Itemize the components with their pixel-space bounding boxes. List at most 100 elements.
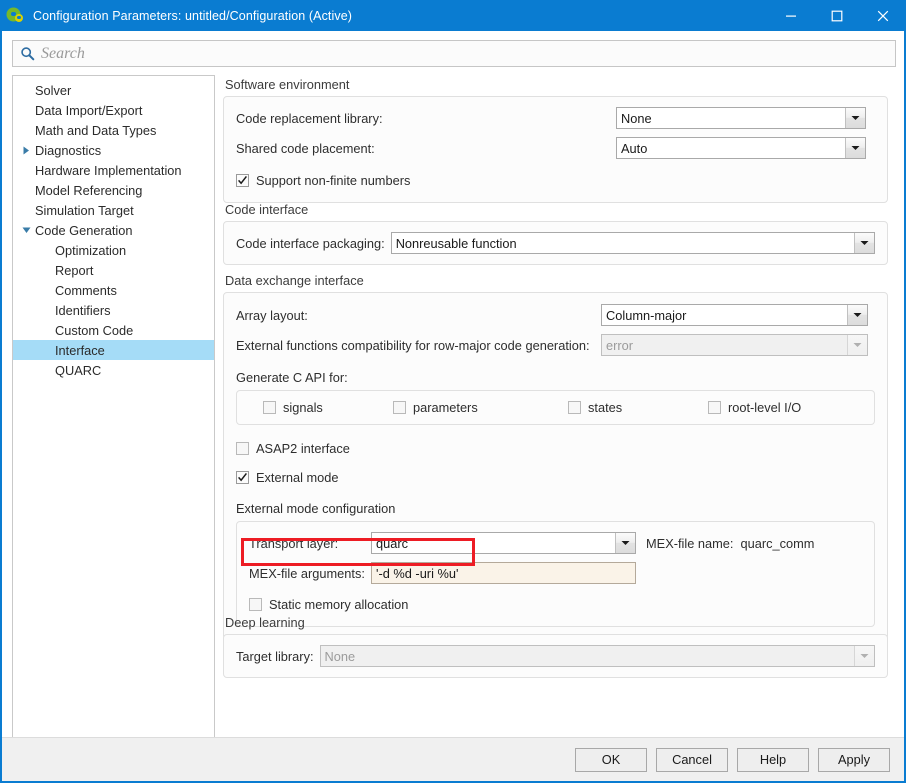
external-mode-configuration-group: Transport layer: quarc MEX-file name: qu… [236, 521, 875, 627]
array-layout-row: Array layout: Column-major [236, 303, 875, 327]
window-title: Configuration Parameters: untitled/Confi… [33, 8, 353, 23]
tree-item-math-and-data-types[interactable]: Math and Data Types [13, 120, 214, 140]
code-interface-group: Code interface packaging: Nonreusable fu… [223, 221, 888, 265]
transport-layer-value: quarc [376, 535, 409, 551]
external-functions-compatibility-row: External functions compatibility for row… [236, 333, 875, 357]
checkbox-box [393, 401, 406, 414]
search-bar[interactable] [12, 40, 896, 67]
chevron-right-icon[interactable] [19, 146, 33, 155]
button-label: Cancel [672, 752, 712, 767]
external-functions-compatibility-value: error [606, 337, 634, 353]
c-api-checkbox-label: parameters [413, 400, 478, 415]
settings-content-panel: Software environment Code replacement li… [221, 75, 896, 767]
close-icon [877, 10, 889, 21]
c-api-checkbox-label: signals [283, 400, 323, 415]
minimize-button[interactable] [768, 0, 814, 31]
c-api-options-row: signals parameters states root-level I/O [249, 400, 862, 416]
button-label: OK [601, 752, 621, 767]
support-non-finite-checkbox[interactable]: Support non-finite numbers [236, 173, 410, 188]
tree-item-interface[interactable]: Interface [13, 340, 214, 360]
tree-item-custom-code[interactable]: Custom Code [13, 320, 214, 340]
external-functions-compatibility-label: External functions compatibility for row… [236, 337, 590, 353]
tree-item-solver[interactable]: Solver [13, 80, 214, 100]
code-replacement-library-value: None [621, 110, 652, 126]
chevron-down-icon[interactable] [847, 305, 867, 325]
cancel-button[interactable]: Cancel [656, 747, 728, 772]
tree-item-report[interactable]: Report [13, 260, 214, 280]
chevron-down-icon[interactable] [19, 227, 33, 234]
static-memory-allocation-label: Static memory allocation [269, 596, 409, 612]
maximize-button[interactable] [814, 0, 860, 31]
title-bar: Configuration Parameters: untitled/Confi… [0, 0, 906, 31]
c-api-checkbox-signals[interactable]: signals [263, 400, 323, 415]
c-api-checkbox-root-level-i-o[interactable]: root-level I/O [708, 400, 801, 415]
mex-file-arguments-label: MEX-file arguments: [249, 565, 365, 581]
shared-code-placement-value: Auto [621, 140, 648, 156]
tree-item-comments[interactable]: Comments [13, 280, 214, 300]
chevron-down-icon[interactable] [854, 233, 874, 253]
checkbox-box [236, 470, 249, 484]
code-replacement-library-row: Code replacement library: None [236, 106, 875, 130]
code-replacement-library-combo[interactable]: None [616, 107, 866, 129]
static-memory-allocation-row: Static memory allocation [249, 592, 862, 616]
tree-item-data-import-export[interactable]: Data Import/Export [13, 100, 214, 120]
c-api-checkbox-parameters[interactable]: parameters [393, 400, 478, 415]
tree-item-diagnostics[interactable]: Diagnostics [13, 140, 214, 160]
external-mode-checkbox[interactable]: External mode [236, 470, 339, 485]
help-button[interactable]: Help [737, 747, 809, 772]
tree-item-optimization[interactable]: Optimization [13, 240, 214, 260]
shared-code-placement-combo[interactable]: Auto [616, 137, 866, 159]
chevron-down-icon[interactable] [845, 138, 865, 158]
tree-item-label: Simulation Target [35, 202, 134, 218]
tree-item-label: Custom Code [55, 322, 134, 338]
mex-file-arguments-row: MEX-file arguments: '-d %d -uri %u' [249, 561, 862, 585]
transport-layer-row: Transport layer: quarc MEX-file name: qu… [249, 531, 862, 555]
tree-item-identifiers[interactable]: Identifiers [13, 300, 214, 320]
button-label: Help [759, 752, 787, 767]
mex-file-name-value: quarc_comm [740, 535, 815, 551]
chevron-down-icon[interactable] [845, 108, 865, 128]
ok-button[interactable]: OK [575, 747, 647, 772]
search-input[interactable] [41, 42, 895, 65]
c-api-checkbox-states[interactable]: states [568, 400, 622, 415]
array-layout-value: Column-major [606, 307, 687, 323]
code-interface-packaging-combo[interactable]: Nonreusable function [390, 232, 875, 254]
external-mode-label: External mode [256, 469, 339, 485]
tree-item-code-generation[interactable]: Code Generation [13, 220, 214, 240]
external-functions-compatibility-combo: error [601, 334, 868, 356]
c-api-options-group: signals parameters states root-level I/O [236, 390, 875, 425]
static-memory-allocation-checkbox[interactable]: Static memory allocation [249, 597, 408, 612]
tree-item-label: Report [55, 262, 94, 278]
tree-item-quarc[interactable]: QUARC [13, 360, 214, 380]
array-layout-combo[interactable]: Column-major [601, 304, 868, 326]
button-label: Apply [837, 752, 870, 767]
apply-button[interactable]: Apply [818, 747, 890, 772]
asap2-interface-checkbox[interactable]: ASAP2 interface [236, 441, 350, 456]
tree-item-label: Data Import/Export [35, 102, 143, 118]
checkbox-box [568, 401, 581, 414]
tree-item-label: Solver [35, 82, 72, 98]
window-body: Solver Data Import/Export Math and Data Ty… [0, 31, 906, 783]
data-exchange-interface-group: Array layout: Column-major External func… [223, 292, 888, 640]
support-non-finite-row: Support non-finite numbers [236, 168, 875, 192]
check-icon [238, 472, 247, 481]
close-button[interactable] [860, 0, 906, 31]
c-api-checkbox-label: root-level I/O [728, 400, 802, 415]
tree-item-simulation-target[interactable]: Simulation Target [13, 200, 214, 220]
c-api-checkbox-label: states [588, 400, 623, 415]
tree-item-hardware-implementation[interactable]: Hardware Implementation [13, 160, 214, 180]
asap2-interface-row: ASAP2 interface [236, 436, 875, 460]
tree-item-model-referencing[interactable]: Model Referencing [13, 180, 214, 200]
array-layout-label: Array layout: [236, 307, 308, 323]
chevron-down-icon[interactable] [615, 533, 635, 553]
transport-layer-combo[interactable]: quarc [371, 532, 636, 554]
checkbox-box [236, 441, 249, 455]
settings-tree-panel[interactable]: Solver Data Import/Export Math and Data Ty… [12, 75, 215, 767]
chevron-down-icon [847, 335, 867, 355]
checkbox-box [708, 401, 721, 414]
code-interface-packaging-label: Code interface packaging: [236, 235, 385, 251]
check-icon [238, 175, 247, 184]
transport-layer-label: Transport layer: [249, 535, 339, 551]
code-interface-packaging-value: Nonreusable function [395, 235, 517, 251]
mex-file-arguments-input[interactable]: '-d %d -uri %u' [371, 562, 636, 584]
